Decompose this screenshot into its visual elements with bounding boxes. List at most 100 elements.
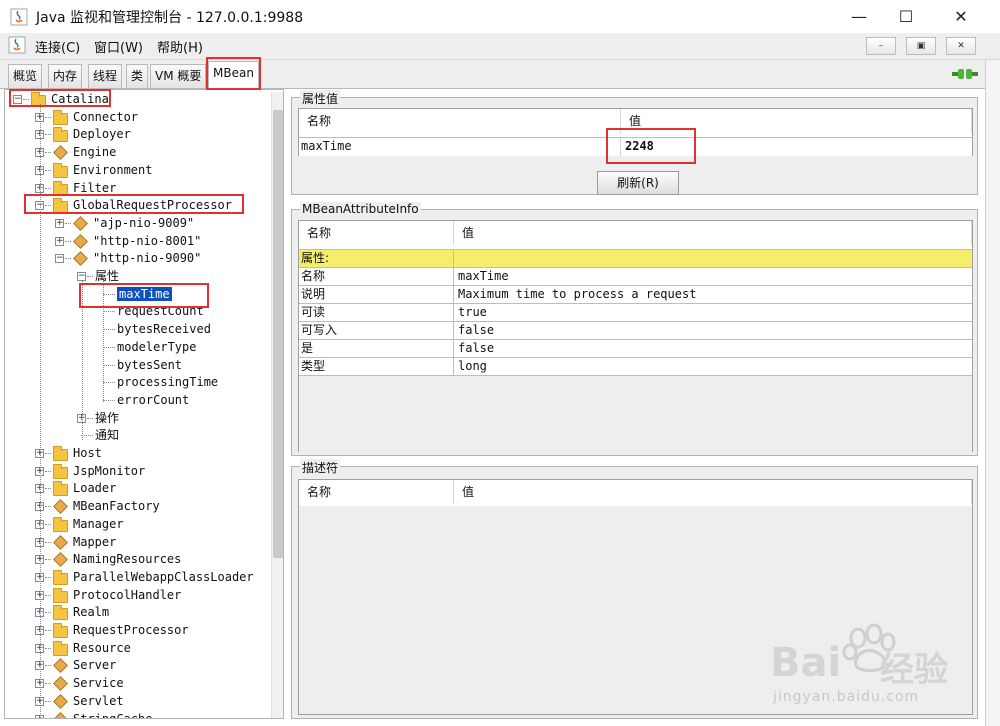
tree-connector [45,541,51,543]
tree-node-mbeanfactory[interactable]: MBeanFactory [73,498,160,515]
tree-node-stringcache[interactable]: StringCache [73,711,152,719]
tree-node-service[interactable]: Service [73,675,124,692]
tree-node-deployer[interactable]: Deployer [73,126,131,143]
tree-node-processor-1[interactable]: "http-nio-8001" [93,233,201,250]
tree-node-manager[interactable]: Manager [73,516,124,533]
tree-node-server[interactable]: Server [73,657,116,674]
tree-node-requestprocessor[interactable]: RequestProcessor [73,622,189,639]
tree-node-loader-label: Loader [73,481,117,496]
table-empty-area [299,375,972,453]
tree-content: − Catalina + Connector + Deployer + Engine + Envi… [5,90,271,719]
tree-connector [45,506,51,508]
tab-vm-summary[interactable]: VM 概要 [150,64,207,88]
refresh-button[interactable]: 刷新(R) [597,171,679,195]
tree-node-requestprocessor-label: RequestProcessor [73,623,189,637]
tab-classes[interactable]: 类 [126,64,149,88]
table-row[interactable]: 名称 maxTime [299,267,972,286]
table-row[interactable]: 是 false [299,339,972,358]
tree-connector [103,382,115,384]
tree-node-processor-0[interactable]: "ajp-nio-9009" [93,215,194,232]
row-name-cell: 可写入 [299,322,454,340]
tree-leaf-processingtime[interactable]: processingTime [117,374,218,391]
close-button[interactable]: ✕ [938,0,984,33]
tree-node-jspmonitor[interactable]: JspMonitor [73,463,145,480]
column-header-name[interactable]: 名称 [299,480,454,504]
folder-icon [53,446,68,461]
column-header-value[interactable]: 值 [454,221,972,245]
tree-node-processor-1-label: "http-nio-8001" [93,233,202,248]
inner-minimize-button[interactable]: – [866,37,896,55]
tree-scrollbar-thumb[interactable] [273,110,283,558]
mbean-icon [73,233,88,249]
folder-icon [53,640,68,656]
tree-node-environment[interactable]: Environment [73,162,152,179]
tree-leaf-errorcount-label: errorCount [117,392,190,407]
inner-restore-button[interactable]: ▣ [906,37,936,55]
menu-help[interactable]: 帮助(H) [157,37,203,56]
tree-node-processor-2[interactable]: "http-nio-9090" [93,250,201,267]
tree-node-mapper[interactable]: Mapper [73,534,116,551]
tab-overview[interactable]: 概览 [8,64,43,88]
tab-memory[interactable]: 内存 [48,64,83,88]
tree-node-attributes-label: 属性 [95,269,120,283]
table-row[interactable]: 可读 true [299,303,972,322]
java-menu-icon[interactable] [8,36,26,54]
table-row[interactable]: 类型 long [299,357,972,376]
tree-connector [45,470,51,472]
tree-node-namingresources[interactable]: NamingResources [73,551,181,568]
tree-leaf-bytesreceived-label: bytesReceived [117,322,211,337]
tree-node-jspmonitor-label: JspMonitor [73,463,146,478]
connection-plug-icon [952,69,978,79]
mbean-icon [53,499,68,514]
tree-leaf-processingtime-label: processingTime [117,375,219,390]
table-row[interactable]: 属性: [299,249,972,268]
tree-node-engine[interactable]: Engine [73,144,116,161]
minimize-button[interactable]: — [836,0,882,33]
column-header-name[interactable]: 名称 [299,221,454,245]
menu-connect[interactable]: 连接(C) [35,37,80,56]
tree-leaf-bytesreceived[interactable]: bytesReceived [117,321,211,338]
tree-connector [45,594,51,596]
tree-node-realm[interactable]: Realm [73,604,109,621]
attribute-info-group: MBeanAttributeInfo 名称 值 属性: 名称 maxTime 说明 Ma… [291,202,978,456]
table-row[interactable]: 可写入 false [299,321,972,340]
tree-leaf-bytessent[interactable]: bytesSent [117,357,182,374]
tree-connector [45,523,51,525]
tree-node-realm-label: Realm [73,605,110,620]
watermark-brand-cn: 经验 [880,650,948,690]
tree-connector [45,683,51,685]
tree-leaf-modelertype[interactable]: modelerType [117,339,196,356]
background-window-edge [985,60,1000,726]
folder-icon [53,463,68,479]
tree-node-deployer-label: Deployer [73,127,131,142]
tab-threads[interactable]: 线程 [88,64,123,88]
tree-node-parallelwebappclassloader[interactable]: ParallelWebappClassLoader [73,569,254,586]
tree-node-servlet[interactable]: Servlet [73,693,124,710]
tree-node-resource[interactable]: Resource [73,640,131,657]
tree-node-host[interactable]: Host [73,445,102,462]
table-row[interactable]: 说明 Maximum time to process a request [299,285,972,304]
folder-icon [53,587,68,603]
row-value-cell [456,250,970,268]
expand-toggle-icon[interactable]: + [55,236,64,246]
tree-node-namingresources-label: NamingResources [73,552,182,567]
tree-node-manager-label: Manager [73,516,124,531]
attribute-info-title: MBeanAttributeInfo [300,202,421,216]
tree-node-connector[interactable]: Connector [73,109,138,126]
collapse-toggle-icon[interactable]: − [55,254,64,264]
menu-window[interactable]: 窗口(W) [94,37,143,56]
maximize-button[interactable]: ☐ [883,0,929,33]
expand-toggle-icon[interactable]: + [55,218,64,228]
tree-connector [45,134,51,136]
inner-close-button[interactable]: ✕ [946,37,976,55]
tree-node-protocolhandler[interactable]: ProtocolHandler [73,587,181,604]
column-header-value[interactable]: 值 [454,480,972,504]
tree-scrollbar[interactable] [271,92,283,718]
mbean-icon [53,711,68,718]
tree-node-notifications[interactable]: 通知 [95,427,119,444]
folder-icon [53,569,68,585]
tree-node-operations[interactable]: 操作 [95,410,119,427]
tree-leaf-errorcount[interactable]: errorCount [117,392,189,409]
tree-node-loader[interactable]: Loader [73,480,116,497]
column-header-name[interactable]: 名称 [299,109,621,133]
